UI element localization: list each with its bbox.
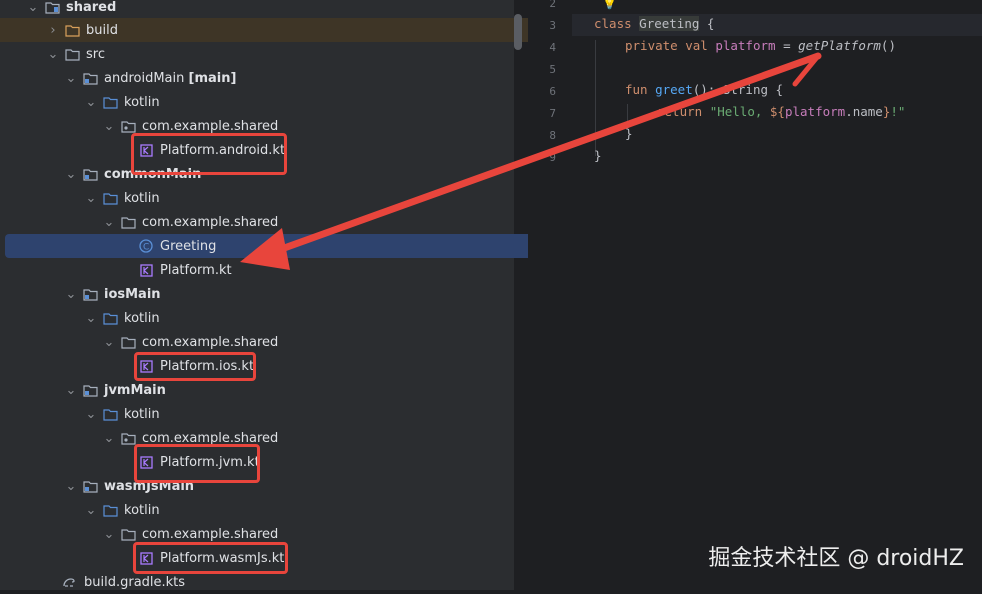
annotation-arrow	[240, 52, 822, 270]
watermark: 掘金技术社区 @ droidHZ	[708, 546, 964, 571]
